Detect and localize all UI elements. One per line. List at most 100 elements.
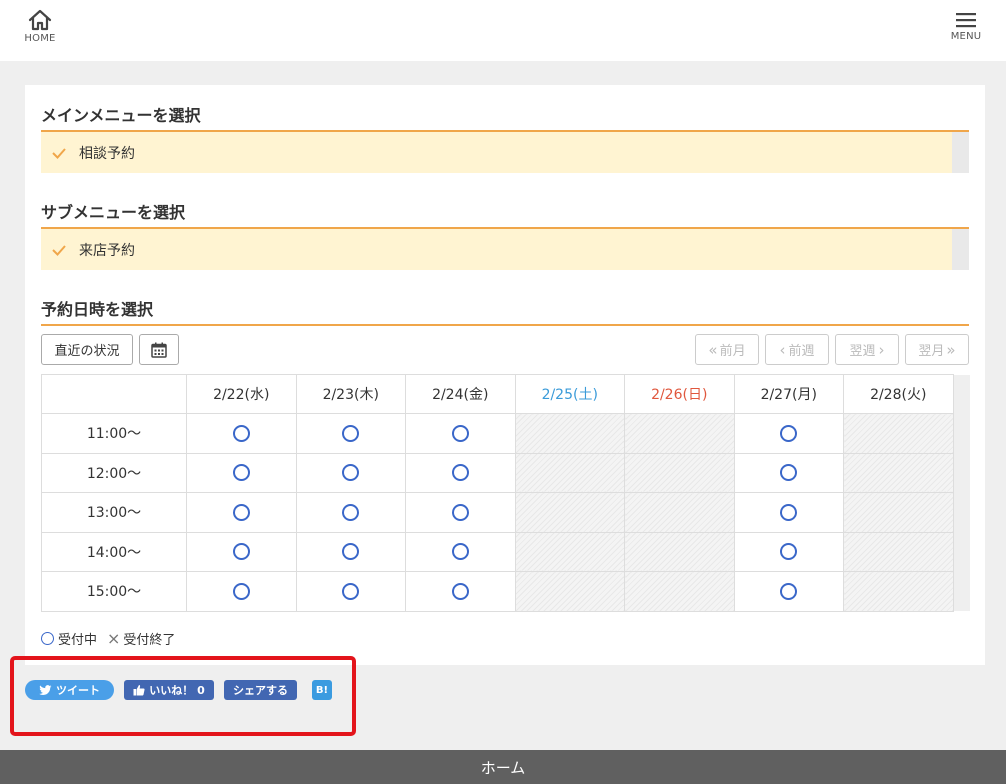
- hamburger-icon: [956, 13, 976, 28]
- scrollbar-track[interactable]: [953, 492, 970, 532]
- slot-open[interactable]: [405, 452, 516, 493]
- table-row: 11:00～: [41, 413, 970, 454]
- double-chevron-right-icon: »: [946, 340, 956, 359]
- slot-closed: [514, 492, 625, 533]
- chevron-right-icon: ›: [878, 340, 885, 359]
- main-menu-selected-label: 相談予約: [79, 145, 135, 162]
- home-button[interactable]: HOME: [22, 9, 58, 44]
- open-circle-icon[interactable]: [451, 503, 469, 521]
- slot-open[interactable]: [295, 571, 406, 612]
- next-month-button[interactable]: 翌月 »: [905, 334, 969, 365]
- time-slot-label: 12:00～: [41, 452, 187, 493]
- highlight-box: [10, 656, 356, 736]
- slot-open[interactable]: [295, 531, 406, 572]
- scrollbar-track[interactable]: [953, 374, 970, 414]
- open-circle-icon[interactable]: [780, 582, 798, 600]
- slot-open[interactable]: [295, 492, 406, 533]
- schedule-header-row: 2/22(水) 2/23(木) 2/24(金) 2/25(土) 2/26(日) …: [41, 374, 970, 414]
- legend-closed-label: 受付終了: [123, 633, 176, 648]
- day-header: 2/22(水): [186, 374, 297, 414]
- scrollbar-track[interactable]: [953, 413, 970, 453]
- slot-closed: [624, 531, 735, 572]
- top-header: HOME MENU: [0, 0, 1006, 61]
- time-slot-label: 13:00～: [41, 492, 187, 533]
- prev-month-button[interactable]: « 前月: [695, 334, 759, 365]
- home-label: HOME: [24, 33, 56, 44]
- day-header-saturday: 2/25(土): [514, 374, 625, 414]
- time-slot-label: 14:00～: [41, 531, 187, 572]
- reservation-card: メインメニューを選択 相談予約 サブメニューを選択 来店予約 予約日時を選択 直…: [25, 85, 985, 665]
- slot-open[interactable]: [733, 531, 844, 572]
- prev-week-button[interactable]: ‹ 前週: [765, 334, 829, 365]
- slot-open[interactable]: [186, 452, 297, 493]
- legend: 受付中 × 受付終了: [41, 629, 175, 648]
- next-week-label: 翌週: [849, 344, 876, 359]
- slot-closed: [843, 492, 954, 533]
- slot-open[interactable]: [733, 571, 844, 612]
- scrollbar-track[interactable]: [953, 532, 970, 572]
- open-circle-icon[interactable]: [780, 424, 798, 442]
- open-circle-icon: [41, 632, 54, 645]
- next-week-button[interactable]: 翌週 ›: [835, 334, 899, 365]
- open-circle-icon[interactable]: [451, 464, 469, 482]
- table-row: 14:00～: [41, 531, 970, 572]
- open-circle-icon[interactable]: [232, 464, 250, 482]
- slot-closed: [514, 452, 625, 493]
- slot-open[interactable]: [733, 492, 844, 533]
- day-header: 2/23(木): [295, 374, 406, 414]
- footer-label: ホーム: [480, 758, 526, 777]
- open-circle-icon[interactable]: [342, 543, 360, 561]
- slot-open[interactable]: [405, 531, 516, 572]
- scrollbar-track[interactable]: [953, 571, 970, 611]
- calendar-button[interactable]: [139, 334, 179, 365]
- check-icon: [52, 244, 66, 256]
- next-month-label: 翌月: [918, 344, 945, 359]
- open-circle-icon[interactable]: [342, 503, 360, 521]
- day-header: 2/28(火): [843, 374, 954, 414]
- slot-closed: [514, 531, 625, 572]
- datetime-divider: [41, 324, 969, 326]
- slot-closed: [843, 531, 954, 572]
- slot-open[interactable]: [733, 452, 844, 493]
- open-circle-icon[interactable]: [451, 582, 469, 600]
- sub-menu-selected[interactable]: 来店予約: [41, 229, 969, 270]
- slot-open[interactable]: [186, 492, 297, 533]
- footer-home-link[interactable]: ホーム: [0, 750, 1006, 784]
- open-circle-icon[interactable]: [232, 503, 250, 521]
- open-circle-icon[interactable]: [780, 464, 798, 482]
- legend-open-label: 受付中: [58, 633, 98, 648]
- open-circle-icon[interactable]: [780, 503, 798, 521]
- open-circle-icon[interactable]: [232, 582, 250, 600]
- slot-open[interactable]: [405, 571, 516, 612]
- slot-open[interactable]: [405, 492, 516, 533]
- schedule-table: 2/22(水) 2/23(木) 2/24(金) 2/25(土) 2/26(日) …: [41, 374, 970, 612]
- menu-label: MENU: [950, 31, 982, 42]
- slot-open[interactable]: [186, 531, 297, 572]
- open-circle-icon[interactable]: [780, 543, 798, 561]
- main-menu-selected[interactable]: 相談予約: [41, 132, 969, 173]
- menu-button[interactable]: MENU: [948, 9, 984, 42]
- scrollbar-track[interactable]: [953, 453, 970, 493]
- time-slot-label: 11:00～: [41, 413, 187, 454]
- slot-open[interactable]: [733, 413, 844, 454]
- open-circle-icon[interactable]: [232, 424, 250, 442]
- slot-closed: [514, 571, 625, 612]
- open-circle-icon[interactable]: [232, 543, 250, 561]
- slot-closed: [843, 452, 954, 493]
- slot-closed: [624, 492, 735, 533]
- slot-open[interactable]: [186, 413, 297, 454]
- slot-open[interactable]: [186, 571, 297, 612]
- slot-open[interactable]: [405, 413, 516, 454]
- calendar-icon: [151, 342, 167, 358]
- open-circle-icon[interactable]: [342, 424, 360, 442]
- open-circle-icon[interactable]: [451, 543, 469, 561]
- table-row: 15:00～: [41, 571, 970, 612]
- day-header: 2/24(金): [405, 374, 516, 414]
- slot-open[interactable]: [295, 413, 406, 454]
- open-circle-icon[interactable]: [451, 424, 469, 442]
- slot-open[interactable]: [295, 452, 406, 493]
- open-circle-icon[interactable]: [342, 582, 360, 600]
- recent-status-button[interactable]: 直近の状況: [41, 334, 133, 365]
- open-circle-icon[interactable]: [342, 464, 360, 482]
- prev-week-label: 前週: [788, 344, 815, 359]
